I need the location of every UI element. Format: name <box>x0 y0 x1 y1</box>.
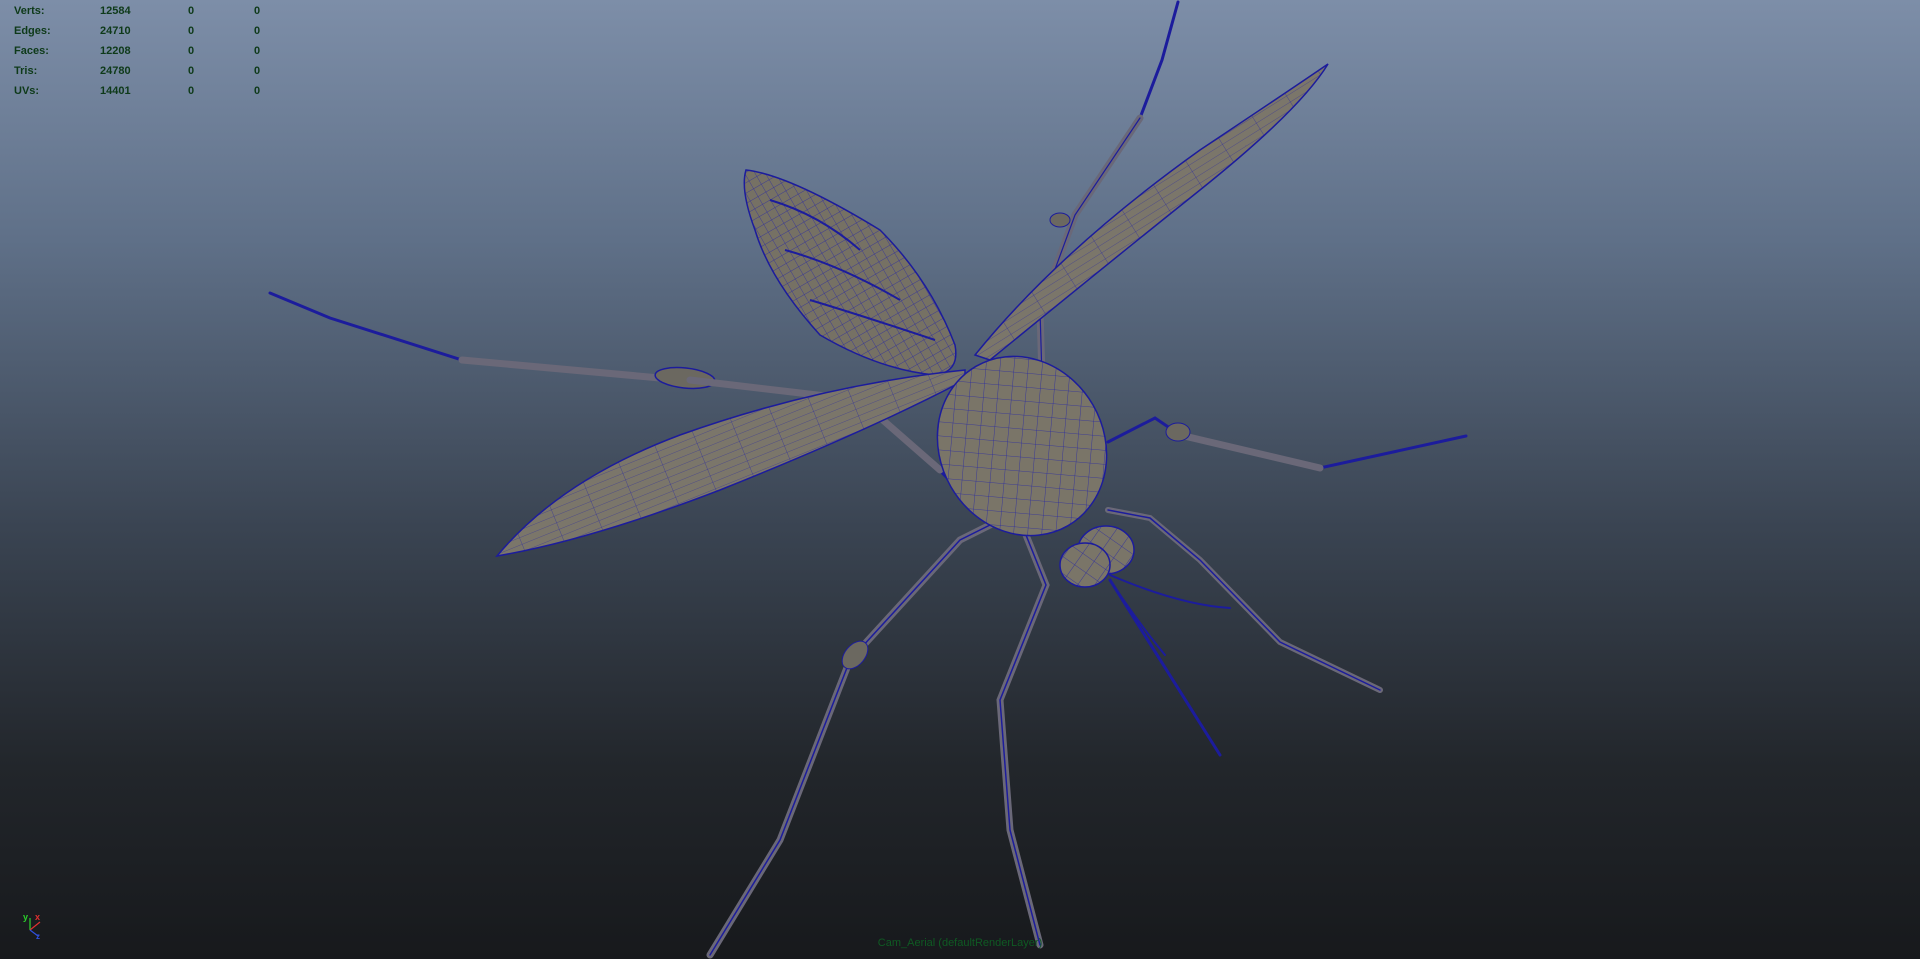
mosquito-wireframe-model[interactable] <box>0 0 1920 959</box>
mosquito-abdomen <box>743 169 957 376</box>
mosquito-head <box>1059 525 1135 588</box>
mosquito-wing-right <box>973 63 1329 361</box>
camera-label: Cam_Aerial (defaultRenderLayer) <box>877 937 1043 949</box>
axis-x-label: x <box>35 912 40 922</box>
maya-viewport[interactable]: Verts: 12584 0 0 Edges: 24710 0 0 Faces:… <box>0 0 1920 959</box>
axis-y-label: y <box>23 912 28 922</box>
axis-gizmo: y x z <box>23 912 41 940</box>
mosquito-wing-left <box>495 369 966 558</box>
mosquito-legs <box>268 0 1468 959</box>
